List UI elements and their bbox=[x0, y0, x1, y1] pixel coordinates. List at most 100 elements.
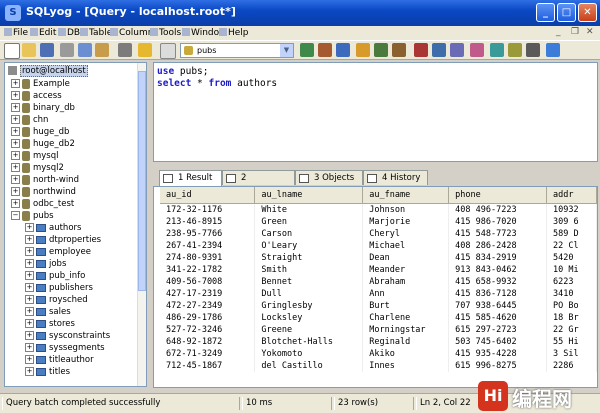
table-cell[interactable]: Dean bbox=[362, 252, 450, 264]
table-cell[interactable]: 22 Cl bbox=[546, 240, 597, 252]
copy-icon[interactable] bbox=[78, 43, 92, 57]
menu-edit[interactable]: Edit bbox=[30, 26, 56, 40]
chevron-down-icon[interactable]: ▼ bbox=[280, 44, 293, 57]
save-icon[interactable] bbox=[40, 43, 54, 57]
expand-icon[interactable]: + bbox=[11, 151, 20, 160]
expand-icon[interactable]: + bbox=[25, 247, 34, 256]
table-row[interactable]: 527-72-3246 Greene Morningstar 615 297-2723… bbox=[160, 324, 597, 336]
expand-icon[interactable]: + bbox=[25, 271, 34, 280]
table-cell[interactable]: Straight bbox=[254, 252, 364, 264]
column-header[interactable]: au_lname bbox=[254, 187, 364, 204]
table-cell[interactable]: 6223 bbox=[546, 276, 597, 288]
help-icon[interactable] bbox=[546, 43, 560, 57]
table-cell[interactable]: Bennet bbox=[254, 276, 364, 288]
table-icon[interactable] bbox=[450, 43, 464, 57]
tree-scrollbar[interactable] bbox=[137, 63, 146, 386]
tools-icon[interactable] bbox=[318, 43, 332, 57]
backup-icon[interactable] bbox=[392, 43, 406, 57]
query-builder-icon[interactable] bbox=[432, 43, 446, 57]
table-row[interactable]: 486-29-1786 Locksley Charlene 415 585-4620 1… bbox=[160, 312, 597, 324]
tree-table-authors[interactable]: + authors bbox=[25, 222, 81, 234]
table-cell[interactable]: 672-71-3249 bbox=[160, 348, 256, 360]
table-cell[interactable]: Yokomoto bbox=[254, 348, 364, 360]
tree-table-syssegments[interactable]: + syssegments bbox=[25, 342, 105, 354]
tree-table-pub-info[interactable]: + pub_info bbox=[25, 270, 85, 282]
expand-icon[interactable]: + bbox=[11, 91, 20, 100]
tab-objects[interactable]: 3 Objects bbox=[295, 170, 363, 185]
table-cell[interactable]: Meander bbox=[362, 264, 450, 276]
table-cell[interactable]: 913 843-0462 bbox=[448, 264, 548, 276]
table-cell[interactable]: 309 6 bbox=[546, 216, 597, 228]
menu-help[interactable]: Help bbox=[219, 26, 249, 40]
maximize-button[interactable]: □ bbox=[557, 3, 576, 22]
table-row[interactable]: 712-45-1867 del Castillo Innes 615 996-8275… bbox=[160, 360, 597, 372]
table-cell[interactable]: Cheryl bbox=[362, 228, 450, 240]
export-icon[interactable] bbox=[374, 43, 388, 57]
tree-table-publishers[interactable]: + publishers bbox=[25, 282, 93, 294]
table-cell[interactable]: 648-92-1872 bbox=[160, 336, 256, 348]
table-cell[interactable]: Carson bbox=[254, 228, 364, 240]
table-row[interactable]: 409-56-7008 Bennet Abraham 415 658-9932 6223 bbox=[160, 276, 597, 288]
table-cell[interactable]: 10932 bbox=[546, 203, 597, 216]
table-cell[interactable]: 527-72-3246 bbox=[160, 324, 256, 336]
tree-table-titleauthor[interactable]: + titleauthor bbox=[25, 354, 94, 366]
table-cell[interactable]: PO Bo bbox=[546, 300, 597, 312]
table-cell[interactable]: 213-46-8915 bbox=[160, 216, 256, 228]
import-icon[interactable] bbox=[356, 43, 370, 57]
expand-icon[interactable]: + bbox=[25, 235, 34, 244]
tree-root[interactable]: root@localhost bbox=[7, 65, 88, 77]
table-row[interactable]: 341-22-1782 Smith Meander 913 843-0462 10 Mi bbox=[160, 264, 597, 276]
table-cell[interactable]: 415 834-2919 bbox=[448, 252, 548, 264]
expand-icon[interactable]: + bbox=[25, 295, 34, 304]
table-cell[interactable]: 274-80-9391 bbox=[160, 252, 256, 264]
collapse-icon[interactable]: − bbox=[11, 211, 20, 220]
expand-icon[interactable]: + bbox=[25, 319, 34, 328]
tree-db-mysql[interactable]: + mysql bbox=[11, 150, 59, 162]
tree-db-huge[interactable]: + huge_db bbox=[11, 126, 69, 138]
table-cell[interactable]: 267-41-2394 bbox=[160, 240, 256, 252]
table-cell[interactable]: 415 836-7128 bbox=[448, 288, 548, 300]
table-cell[interactable]: 3410 bbox=[546, 288, 597, 300]
table-cell[interactable]: Akiko bbox=[362, 348, 450, 360]
tree-table-stores[interactable]: + stores bbox=[25, 318, 75, 330]
table-cell[interactable]: 172-32-1176 bbox=[160, 203, 256, 216]
menu-tools[interactable]: Tools bbox=[150, 26, 181, 40]
expand-icon[interactable]: + bbox=[11, 79, 20, 88]
table-cell[interactable]: 415 585-4620 bbox=[448, 312, 548, 324]
table-cell[interactable]: 415 986-7020 bbox=[448, 216, 548, 228]
table-row[interactable]: 267-41-2394 O'Leary Michael 408 286-2428 22 … bbox=[160, 240, 597, 252]
tree-db-example[interactable]: + Example bbox=[11, 78, 70, 90]
open-folder-icon[interactable] bbox=[22, 43, 36, 57]
table-cell[interactable]: O'Leary bbox=[254, 240, 364, 252]
mdi-restore-icon[interactable]: ❐ bbox=[571, 27, 579, 37]
table-cell[interactable]: 18 Br bbox=[546, 312, 597, 324]
tree-db-northwind[interactable]: + northwind bbox=[11, 186, 76, 198]
stop-icon[interactable] bbox=[414, 43, 428, 57]
table-cell[interactable]: 707 938-6445 bbox=[448, 300, 548, 312]
tree-table-dtproperties[interactable]: + dtproperties bbox=[25, 234, 101, 246]
expand-icon[interactable]: + bbox=[25, 343, 34, 352]
table-row[interactable]: 213-46-8915 Green Marjorie 415 986-7020 309 … bbox=[160, 216, 597, 228]
results-grid[interactable]: au_id au_lname au_fname phone addr 172-3… bbox=[153, 186, 598, 388]
connect-icon[interactable] bbox=[336, 43, 350, 57]
table-cell[interactable]: 5420 bbox=[546, 252, 597, 264]
table-row[interactable]: 472-27-2349 Gringlesby Burt 707 938-6445 PO … bbox=[160, 300, 597, 312]
undo-icon[interactable] bbox=[118, 43, 132, 57]
database-select[interactable]: pubs ▼ bbox=[180, 43, 294, 58]
table-cell[interactable]: 341-22-1782 bbox=[160, 264, 256, 276]
table-cell[interactable]: Marjorie bbox=[362, 216, 450, 228]
table-cell[interactable]: 238-95-7766 bbox=[160, 228, 256, 240]
column-header[interactable]: addr bbox=[546, 187, 597, 204]
column-header[interactable]: au_id bbox=[160, 187, 256, 204]
column-header[interactable]: au_fname bbox=[362, 187, 450, 204]
table-cell[interactable]: 408 286-2428 bbox=[448, 240, 548, 252]
table-cell[interactable]: 2286 bbox=[546, 360, 597, 372]
table-cell[interactable]: Blotchet-Halls bbox=[254, 336, 364, 348]
table-cell[interactable]: 408 496-7223 bbox=[448, 203, 548, 216]
expand-icon[interactable]: + bbox=[11, 115, 20, 124]
table-cell[interactable]: Innes bbox=[362, 360, 450, 372]
table-row[interactable]: 274-80-9391 Straight Dean 415 834-2919 5420 bbox=[160, 252, 597, 264]
tree-db-north-wind[interactable]: + north-wind bbox=[11, 174, 79, 186]
table-cell[interactable]: 22 Gr bbox=[546, 324, 597, 336]
table-cell[interactable]: 712-45-1867 bbox=[160, 360, 256, 372]
